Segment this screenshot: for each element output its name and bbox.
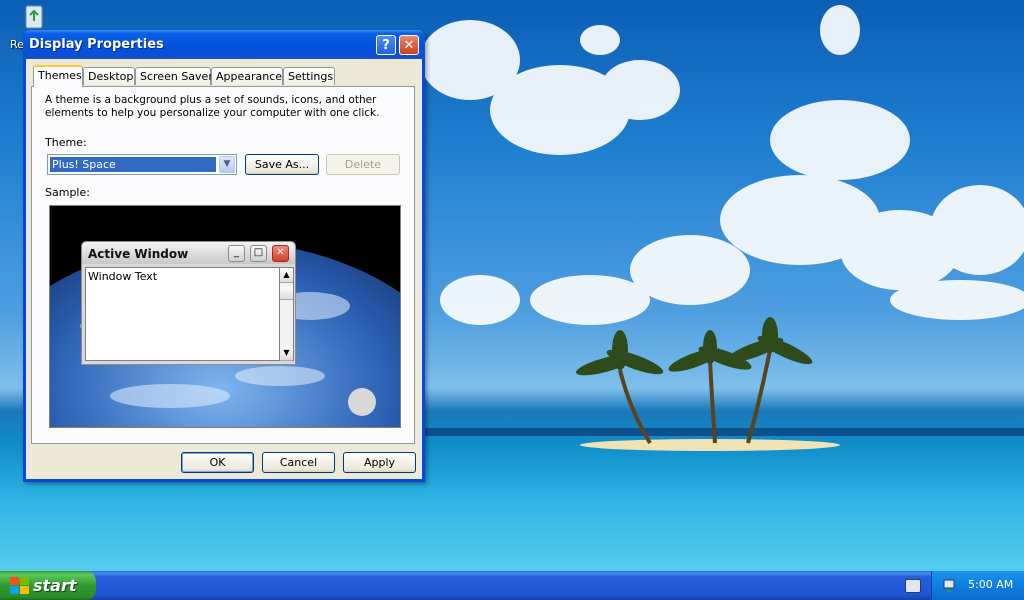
tab-label: Screen Saver: [140, 70, 213, 83]
sample-scrollbar: ▲ ▼: [279, 267, 294, 361]
help-button[interactable]: ?: [376, 35, 396, 55]
chevron-down-icon[interactable]: ▼: [219, 156, 235, 173]
title-bar[interactable]: Display Properties ? ✕: [23, 30, 425, 59]
tab-label: Settings: [288, 70, 334, 83]
network-icon[interactable]: [942, 577, 958, 593]
ok-button[interactable]: OK: [181, 452, 254, 473]
tab-desktop[interactable]: Desktop: [83, 67, 135, 85]
minimize-icon: _: [228, 245, 245, 262]
sample-label: Sample:: [45, 186, 90, 199]
close-icon: ✕: [272, 245, 289, 262]
close-button[interactable]: ✕: [399, 35, 419, 55]
sample-active-window: Active Window _ □ ✕ Window Text ▲ ▼: [81, 241, 296, 365]
sample-title-bar: Active Window _ □ ✕: [82, 242, 295, 264]
window-title: Display Properties: [29, 37, 164, 52]
tab-appearance[interactable]: Appearance: [211, 67, 283, 85]
tab-label: Appearance: [216, 70, 283, 83]
theme-dropdown[interactable]: Plus! Space ▼: [47, 154, 237, 175]
start-label: start: [33, 576, 77, 595]
help-icon: ?: [382, 38, 390, 53]
sample-window-title: Active Window: [88, 247, 189, 261]
sample-window-text: Window Text: [88, 270, 158, 283]
themes-tab-panel: A theme is a background plus a set of so…: [31, 86, 415, 444]
theme-label: Theme:: [45, 136, 87, 149]
recycle-bin-icon: [25, 5, 43, 29]
maximize-icon: □: [250, 245, 267, 262]
apply-label: Apply: [363, 456, 396, 469]
save-as-label: Save As...: [254, 158, 310, 171]
theme-description: A theme is a background plus a set of so…: [45, 94, 380, 119]
cancel-button[interactable]: Cancel: [262, 452, 335, 473]
close-icon: ✕: [403, 38, 415, 53]
moon-icon: [348, 388, 376, 416]
system-tray: 5:00 AM: [931, 571, 1024, 600]
windows-logo-icon: [10, 577, 29, 594]
start-button[interactable]: start: [0, 571, 96, 600]
sample-window-body: Window Text: [85, 267, 282, 361]
tab-label: Desktop: [88, 70, 134, 83]
window-client-area: Themes Desktop Screen Saver Appearance S…: [26, 59, 422, 479]
theme-selected-value: Plus! Space: [50, 157, 216, 172]
keyboard-icon[interactable]: [905, 579, 921, 593]
display-properties-window: Display Properties ? ✕ Themes Desktop Sc…: [23, 30, 425, 482]
delete-button[interactable]: Delete: [326, 154, 400, 175]
scroll-thumb: [280, 287, 293, 300]
delete-label: Delete: [344, 158, 382, 171]
tab-screen-saver[interactable]: Screen Saver: [135, 67, 213, 85]
cancel-label: Cancel: [279, 456, 318, 469]
tab-label: Themes: [38, 69, 82, 82]
recycle-bin-label[interactable]: Re: [10, 38, 24, 51]
taskbar: start 5:00 AM: [0, 571, 1024, 600]
clock[interactable]: 5:00 AM: [968, 578, 1013, 591]
tab-settings[interactable]: Settings: [283, 67, 335, 85]
scroll-down-icon: ▼: [280, 346, 293, 361]
apply-button[interactable]: Apply: [343, 452, 416, 473]
save-as-button[interactable]: Save As...: [245, 154, 319, 175]
ok-label: OK: [209, 456, 226, 469]
tab-themes[interactable]: Themes: [33, 65, 83, 87]
theme-sample-preview: Active Window _ □ ✕ Window Text ▲ ▼: [49, 205, 401, 428]
scroll-up-icon: ▲: [280, 268, 293, 283]
